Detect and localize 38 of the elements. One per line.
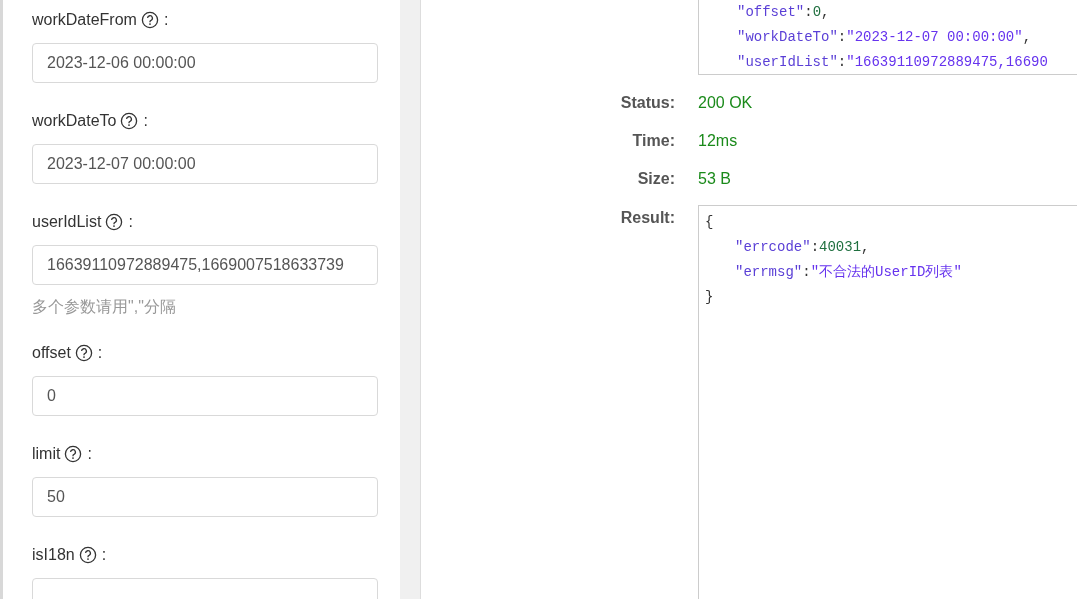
help-icon[interactable] <box>74 344 93 362</box>
input-field[interactable]: 50 <box>32 477 378 517</box>
input-field[interactable]: 16639110972889475,1669007518633739 <box>32 245 378 285</box>
meta-label: Size: <box>636 170 676 188</box>
code-line: "errcode":40031, <box>734 238 871 257</box>
colon-text: : <box>143 112 148 130</box>
help-icon[interactable] <box>120 112 139 130</box>
meta-value: 12ms <box>698 132 738 150</box>
input-field[interactable]: 2023-12-07 00:00:00 <box>32 144 378 184</box>
input-field[interactable]: 0 <box>32 376 378 416</box>
field-label: workDateFrom <box>32 11 137 29</box>
help-icon[interactable] <box>78 546 97 564</box>
colon-text: : <box>101 546 107 564</box>
help-icon[interactable] <box>140 11 159 29</box>
meta-value: 200 OK <box>698 94 753 112</box>
field-label: userIdList <box>32 213 102 231</box>
help-icon[interactable] <box>105 213 124 231</box>
code-line: "offset":0, <box>737 3 831 22</box>
colon-text: : <box>97 344 103 362</box>
code-line: { <box>705 213 715 232</box>
colon-text: : <box>163 11 169 29</box>
colon-text: : <box>87 445 92 463</box>
field-hint: 多个参数请用","分隔 <box>32 297 177 317</box>
field-label: offset <box>32 344 71 362</box>
field-label: isI18n <box>32 546 75 564</box>
colon-text: : <box>128 213 133 231</box>
code-line: } <box>705 288 715 307</box>
code-line: "errmsg":"不合法的UserID列表" <box>734 263 963 282</box>
meta-label: Time: <box>631 132 676 150</box>
help-icon[interactable] <box>64 445 83 463</box>
meta-value: 53 B <box>698 170 731 188</box>
field-label: limit <box>32 445 61 463</box>
meta-label: Result: <box>619 209 676 227</box>
code-line: "workDateTo":"2023-12-07 00:00:00", <box>737 28 1033 47</box>
input-field[interactable]: 2023-12-06 00:00:00 <box>32 43 378 83</box>
field-label: workDateTo <box>32 112 117 130</box>
meta-label: Status: <box>619 94 676 112</box>
code-line: "userIdList":"16639110972889475,16690 <box>737 53 1049 72</box>
